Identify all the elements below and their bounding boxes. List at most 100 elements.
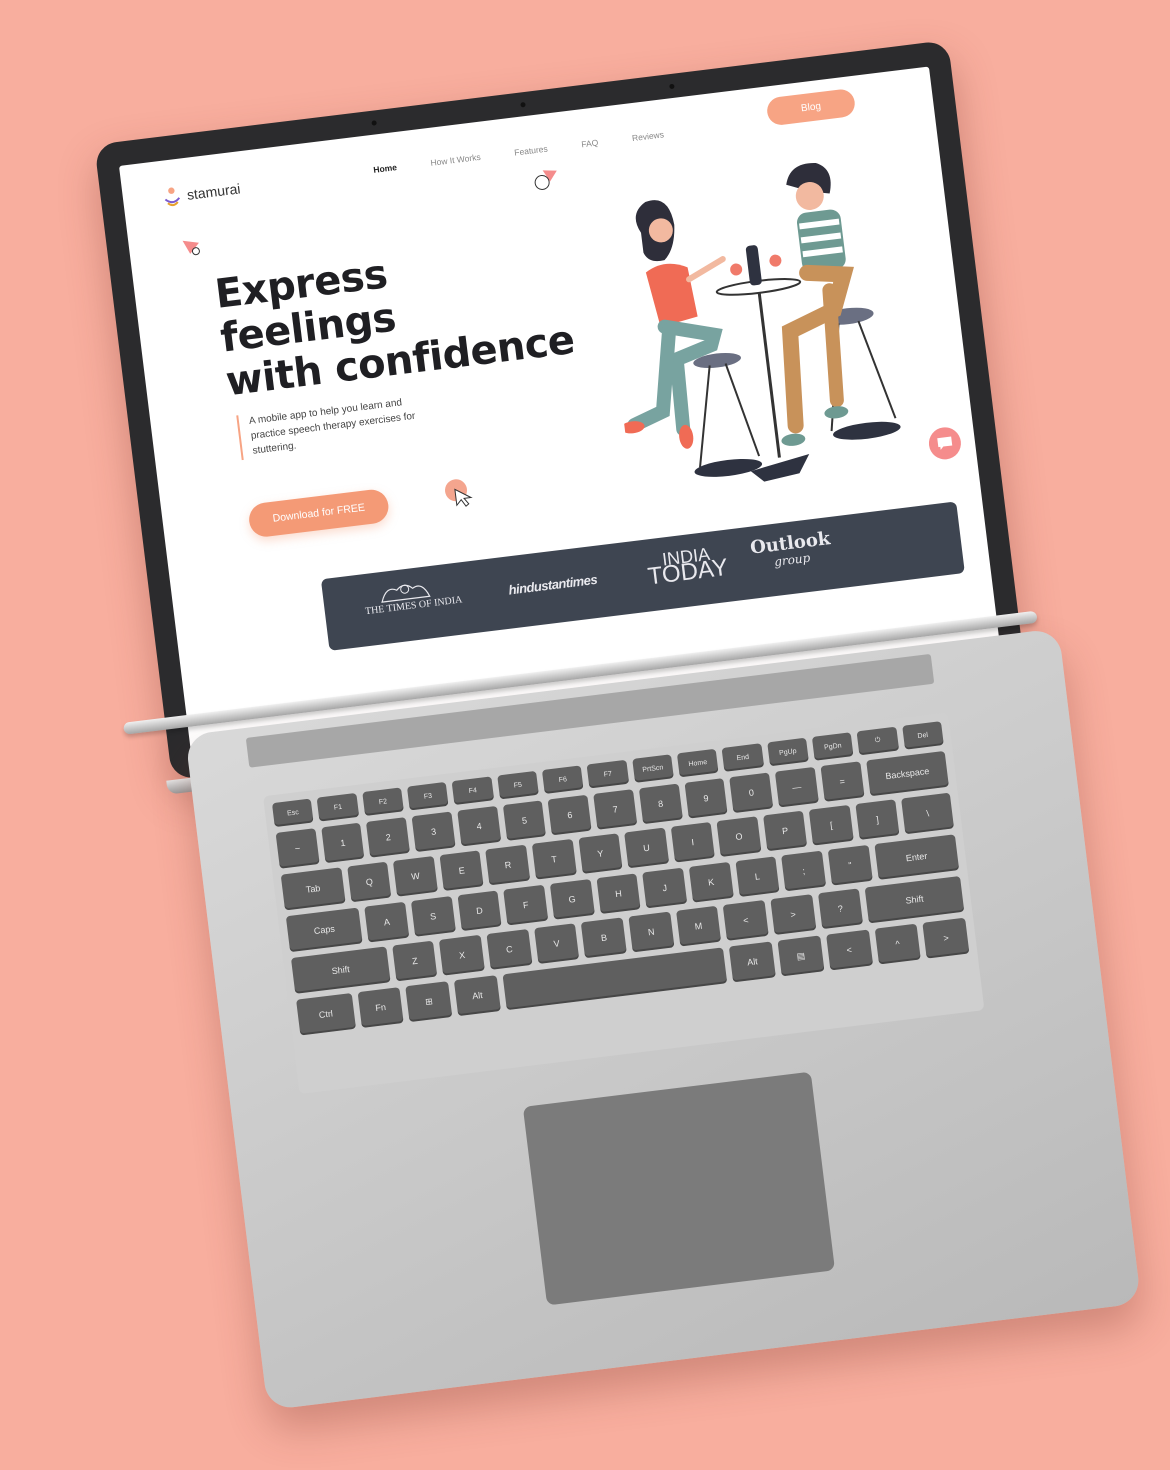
keyboard-key[interactable]: X [439, 934, 485, 976]
keyboard-key[interactable]: I [670, 821, 716, 863]
keyboard-key[interactable]: ; [781, 850, 827, 892]
keyboard-key[interactable]: N [628, 911, 675, 953]
keyboard-key[interactable]: Alt [729, 941, 776, 983]
site-logo[interactable]: stamurai [162, 177, 242, 208]
keyboard-key[interactable]: Tab [280, 867, 346, 911]
keyboard-key[interactable]: Home [676, 748, 719, 778]
keyboard-key[interactable]: Del [901, 721, 944, 750]
keyboard-key[interactable]: Fn [357, 987, 405, 1029]
keyboard-key[interactable]: Esc [271, 798, 314, 828]
keyboard-key[interactable]: PgUp [766, 737, 809, 767]
india-today-line-2: TODAY [646, 553, 730, 591]
keyboard-key[interactable]: [ [809, 804, 854, 846]
press-logos-bar: THE TIMES OF INDIA hindustantimes INDIA … [320, 501, 965, 651]
camera-icon [371, 120, 377, 126]
nav-faq[interactable]: FAQ [581, 137, 599, 149]
camera-icon [669, 83, 675, 90]
keyboard-key[interactable]: ? [817, 888, 864, 930]
touchpad[interactable] [522, 1071, 836, 1306]
keyboard-key[interactable]: Caps [285, 907, 363, 953]
keyboard-key[interactable]: 4 [457, 805, 501, 847]
keyboard-key[interactable]: ▤ [777, 935, 825, 977]
keyboard-key[interactable]: ^ [874, 923, 922, 965]
keyboard-key[interactable]: Ctrl [296, 993, 356, 1036]
keyboard-key[interactable]: A [364, 901, 410, 943]
nav-how-it-works[interactable]: How It Works [430, 152, 481, 168]
keyboard-key[interactable]: Shift [864, 875, 965, 924]
keyboard-key[interactable]: ] [855, 799, 900, 840]
blog-button[interactable]: Blog [765, 87, 857, 127]
laptop-deck: Esc F1 F2 F3 F4 F5 F6 F7 PrtScn Home End PgUp PgDn ⏻ D… [185, 628, 1142, 1411]
keyboard-key[interactable]: 1 [320, 822, 365, 864]
keyboard-key[interactable]: Y [578, 833, 623, 874]
keyboard-key[interactable]: PgDn [811, 732, 854, 761]
keyboard-key[interactable]: — [774, 766, 819, 808]
keyboard-key[interactable]: < [825, 929, 873, 971]
keyboard-key[interactable]: " [827, 844, 873, 886]
download-button[interactable]: Download for FREE [247, 487, 391, 539]
keyboard-key[interactable]: K [688, 861, 734, 903]
nav-features[interactable]: Features [514, 144, 549, 158]
keyboard-key[interactable]: 3 [411, 811, 456, 853]
keyboard-key[interactable]: F1 [316, 792, 359, 822]
press-india-today: INDIA TODAY [645, 544, 730, 591]
keyboard-key[interactable]: W [393, 855, 438, 897]
keyboard-key[interactable]: Alt [453, 975, 501, 1017]
chat-button[interactable] [927, 425, 963, 462]
keyboard-key[interactable]: P [762, 810, 808, 852]
keyboard-key[interactable]: E [439, 850, 485, 891]
keyboard-key[interactable]: Backspace [865, 750, 949, 797]
keyboard-key[interactable]: 8 [638, 783, 683, 825]
keyboard-key[interactable]: J [642, 867, 688, 909]
keyboard-key[interactable]: F7 [586, 759, 629, 789]
camera-icon [520, 101, 526, 108]
keyboard-key[interactable]: D [457, 890, 502, 932]
keyboard-key[interactable]: Q [347, 861, 392, 903]
keyboard-key[interactable]: Z [391, 940, 438, 982]
keyboard-key[interactable]: S [410, 896, 456, 937]
keyboard-key[interactable]: F5 [496, 770, 539, 800]
keyboard-key[interactable]: PrtScn [631, 754, 674, 783]
cursor-arrow-icon [454, 488, 473, 507]
keyboard-key[interactable]: U [624, 827, 669, 869]
keyboard-key[interactable]: G [549, 879, 595, 920]
keyboard-key[interactable]: H [596, 873, 641, 915]
keyboard-key[interactable]: 6 [547, 794, 592, 836]
keyboard-key[interactable]: > [770, 894, 816, 935]
chat-bubble-icon [937, 436, 953, 450]
keyboard-key[interactable]: End [721, 743, 764, 772]
keyboard-key[interactable]: F3 [406, 781, 449, 811]
keyboard-key[interactable]: 5 [502, 800, 547, 841]
keyboard-key[interactable]: = [820, 761, 865, 802]
keyboard-key[interactable]: < [722, 899, 769, 941]
keyboard-key[interactable]: \ [901, 792, 955, 835]
stamurai-logo-icon [164, 187, 181, 207]
keyboard-key[interactable]: F6 [541, 765, 584, 794]
keyboard-key[interactable]: ~ [275, 828, 320, 869]
keyboard-key[interactable]: 0 [729, 772, 774, 814]
keyboard-key[interactable]: B [581, 917, 627, 959]
laptop-base: Esc F1 F2 F3 F4 F5 F6 F7 PrtScn Home End PgUp PgDn ⏻ D… [123, 610, 1142, 1411]
keyboard-key[interactable]: F [503, 884, 549, 926]
keyboard-key[interactable]: R [485, 844, 531, 886]
keyboard-key[interactable]: C [486, 929, 533, 970]
keyboard-key[interactable]: O [716, 816, 762, 857]
keyboard-key[interactable]: M [675, 905, 722, 947]
keyboard-key[interactable]: L [735, 856, 780, 897]
keyboard-key[interactable]: F4 [451, 776, 494, 805]
keyboard-key[interactable]: Shift [290, 946, 391, 994]
keyboard-key[interactable]: 7 [593, 789, 638, 830]
keyboard-key[interactable]: Enter [874, 834, 960, 880]
keyboard-key[interactable]: > [922, 917, 970, 959]
keyboard-key[interactable]: V [533, 923, 580, 965]
keyboard-key[interactable]: ⏻ [856, 726, 899, 756]
press-outlook-group: Outlook group [749, 528, 833, 573]
keyboard-key[interactable]: ⊞ [405, 981, 453, 1023]
keyboard-key[interactable]: F2 [361, 787, 404, 817]
nav-reviews[interactable]: Reviews [631, 129, 664, 143]
keyboard-key[interactable]: 9 [684, 778, 728, 819]
keyboard-key[interactable]: T [531, 838, 577, 880]
keyboard-key[interactable]: 2 [366, 817, 411, 858]
nav-home[interactable]: Home [373, 162, 398, 175]
hero-subtext: A mobile app to help you learn and pract… [236, 390, 443, 461]
